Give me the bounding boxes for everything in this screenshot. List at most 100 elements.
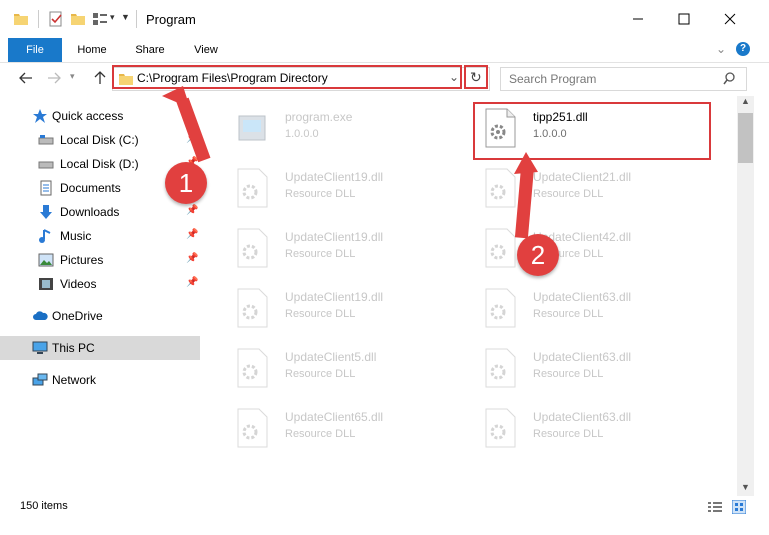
- computer-icon: [32, 341, 48, 354]
- music-icon: [39, 229, 51, 243]
- sidebar-item-pictures[interactable]: Pictures 📌: [0, 248, 200, 272]
- dll-icon: [485, 228, 516, 268]
- file-description: 1.0.0.0: [285, 128, 319, 140]
- file-name: program.exe: [285, 110, 353, 124]
- file-description: Resource DLL: [533, 308, 604, 320]
- maximize-button[interactable]: [661, 4, 707, 34]
- customize-arrow-icon[interactable]: ▼: [121, 12, 130, 22]
- file-name: UpdateClient19.dll: [285, 290, 384, 304]
- download-icon: [40, 205, 52, 219]
- close-button[interactable]: [707, 4, 753, 34]
- file-description: Resource DLL: [285, 308, 356, 320]
- navigation-pane: Quick access Local Disk (C:) 📌 Local Dis…: [0, 100, 200, 492]
- refresh-highlight: [464, 65, 488, 89]
- forward-button[interactable]: [44, 68, 64, 88]
- file-name: UpdateClient19.dll: [285, 170, 384, 184]
- file-name: UpdateClient65.dll: [285, 410, 384, 424]
- file-item[interactable]: UpdateClient5.dll Resource DLL: [213, 340, 433, 392]
- title-bar: ▾ ▼ Program: [0, 0, 769, 38]
- file-item[interactable]: UpdateClient21.dll Resource DLL: [461, 160, 681, 212]
- search-input[interactable]: [507, 70, 716, 88]
- sidebar-item-quick-access[interactable]: Quick access: [0, 104, 200, 128]
- file-item[interactable]: UpdateClient19.dll Resource DLL: [213, 280, 433, 332]
- recent-locations-icon[interactable]: ▾: [70, 71, 75, 82]
- file-description: Resource DLL: [533, 188, 604, 200]
- dll-icon: [485, 348, 516, 388]
- file-name: UpdateClient63.dll: [533, 350, 632, 364]
- minimize-icon: [633, 18, 643, 20]
- sidebar-item-music[interactable]: Music 📌: [0, 224, 200, 248]
- annotation-marker-1: 1: [165, 162, 207, 204]
- back-button[interactable]: [16, 68, 36, 88]
- dll-icon: [237, 168, 268, 208]
- file-item[interactable]: UpdateClient65.dll Resource DLL: [213, 400, 433, 452]
- up-arrow-icon: [94, 71, 106, 84]
- sidebar-item-label: Documents: [60, 181, 121, 195]
- file-description: Resource DLL: [533, 428, 604, 440]
- tab-view[interactable]: View: [186, 38, 226, 62]
- file-item[interactable]: UpdateClient19.dll Resource DLL: [213, 160, 433, 212]
- tab-file[interactable]: File: [8, 38, 62, 62]
- dropdown-arrow-icon[interactable]: ▾: [110, 12, 115, 23]
- tab-share[interactable]: Share: [128, 38, 172, 62]
- drive-icon: [38, 135, 54, 145]
- file-name: UpdateClient19.dll: [285, 230, 384, 244]
- search-box[interactable]: [500, 67, 747, 91]
- details-view-icon[interactable]: [708, 501, 722, 513]
- customize-icon[interactable]: [92, 11, 108, 27]
- properties-icon[interactable]: [48, 11, 64, 27]
- sidebar-item-this-pc[interactable]: This PC: [0, 336, 200, 360]
- address-highlight: [112, 65, 462, 89]
- annotation-marker-2: 2: [517, 234, 559, 276]
- file-description: Resource DLL: [285, 368, 356, 380]
- file-item[interactable]: UpdateClient42.dll Resource DLL: [461, 220, 681, 272]
- file-item-program-exe[interactable]: program.exe 1.0.0.0: [213, 100, 433, 152]
- dll-icon: [485, 288, 516, 328]
- file-item[interactable]: UpdateClient63.dll Resource DLL: [461, 340, 681, 392]
- sidebar-item-onedrive[interactable]: OneDrive: [0, 304, 200, 328]
- minimize-button[interactable]: [615, 4, 661, 34]
- item-count: 150 items: [20, 500, 68, 512]
- expand-ribbon-icon[interactable]: ⌄: [716, 42, 726, 56]
- dll-icon: [485, 408, 516, 448]
- folder-icon: [14, 14, 28, 25]
- file-name: UpdateClient21.dll: [533, 170, 632, 184]
- help-icon[interactable]: ?: [736, 42, 750, 56]
- file-name: UpdateClient63.dll: [533, 290, 632, 304]
- sidebar-item-label: Network: [52, 373, 97, 387]
- drive-icon: [38, 161, 54, 169]
- sidebar-item-label: Downloads: [60, 205, 120, 219]
- exe-icon: [238, 115, 266, 141]
- sidebar-item-label: Local Disk (D:): [60, 157, 139, 171]
- sidebar-item-label: Local Disk (C:): [60, 133, 139, 147]
- sidebar-item-local-disk-c[interactable]: Local Disk (C:) 📌: [0, 128, 200, 152]
- dll-icon: [237, 228, 268, 268]
- tab-home[interactable]: Home: [70, 38, 114, 62]
- file-item[interactable]: UpdateClient63.dll Resource DLL: [461, 400, 681, 452]
- file-description: Resource DLL: [285, 248, 356, 260]
- sidebar-item-network[interactable]: Network: [0, 368, 200, 392]
- back-arrow-icon: [19, 72, 32, 84]
- sidebar-item-label: OneDrive: [52, 309, 103, 323]
- scroll-thumb[interactable]: [738, 113, 753, 163]
- scroll-down-icon[interactable]: ▼: [741, 482, 750, 492]
- forward-arrow-icon: [48, 72, 61, 84]
- large-icons-view-icon[interactable]: [732, 500, 746, 514]
- file-item[interactable]: UpdateClient63.dll Resource DLL: [461, 280, 681, 332]
- file-name: UpdateClient63.dll: [533, 410, 632, 424]
- sidebar-item-label: Quick access: [52, 109, 124, 123]
- sidebar-item-videos[interactable]: Videos 📌: [0, 272, 200, 296]
- scroll-up-icon[interactable]: ▲: [741, 96, 750, 106]
- file-description: Resource DLL: [285, 188, 356, 200]
- up-button[interactable]: [90, 68, 110, 88]
- new-folder-icon[interactable]: [70, 11, 86, 27]
- dll-icon: [237, 288, 268, 328]
- sidebar-item-downloads[interactable]: Downloads 📌: [0, 200, 200, 224]
- dll-icon: [485, 168, 516, 208]
- window-title: Program: [146, 12, 196, 27]
- ribbon-tabs: File Home Share View ⌄ ?: [0, 38, 769, 63]
- file-description: Resource DLL: [533, 368, 604, 380]
- videos-icon: [39, 278, 53, 290]
- file-item[interactable]: UpdateClient19.dll Resource DLL: [213, 220, 433, 272]
- pin-icon: 📌: [186, 205, 199, 216]
